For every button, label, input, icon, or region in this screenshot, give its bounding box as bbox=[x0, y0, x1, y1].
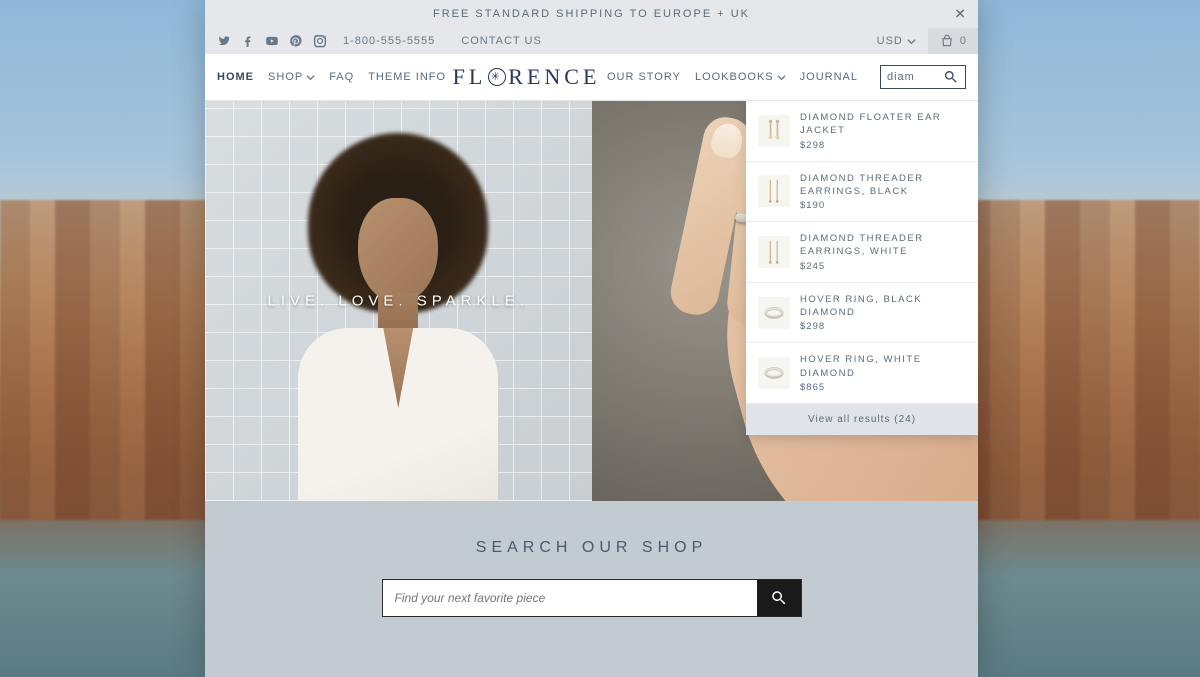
chevron-down-icon bbox=[907, 37, 916, 46]
nav-home[interactable]: HOME bbox=[217, 71, 254, 83]
nav-journal[interactable]: JOURNAL bbox=[800, 71, 858, 83]
nav-faq[interactable]: FAQ bbox=[329, 71, 354, 83]
pinterest-icon[interactable] bbox=[289, 34, 303, 48]
contact-link[interactable]: CONTACT US bbox=[461, 35, 542, 47]
suggestion-price: $190 bbox=[800, 200, 966, 211]
phone-number: 1-800-555-5555 bbox=[343, 35, 435, 47]
suggestion-thumb bbox=[758, 115, 790, 147]
hero-panel-left[interactable]: LIVE. LOVE. SPARKLE. bbox=[205, 101, 592, 501]
suggestion-item[interactable]: DIAMOND FLOATER EAR JACKET $298 bbox=[746, 101, 978, 162]
suggestion-title: DIAMOND THREADER EARRINGS, WHITE bbox=[800, 232, 966, 259]
facebook-icon[interactable] bbox=[241, 34, 255, 48]
search-suggestions-dropdown: DIAMOND FLOATER EAR JACKET $298 DIAMOND TH… bbox=[746, 101, 978, 435]
suggestion-item[interactable]: DIAMOND THREADER EARRINGS, BLACK$190 bbox=[746, 162, 978, 223]
search-icon[interactable] bbox=[943, 69, 959, 85]
nav-shop[interactable]: SHOP bbox=[268, 71, 315, 83]
promo-bar: FREE STANDARD SHIPPING TO EUROPE + UK ✕ bbox=[205, 0, 978, 28]
utility-bar: 1-800-555-5555 CONTACT US USD 0 bbox=[205, 28, 978, 54]
suggestion-price: $245 bbox=[800, 261, 966, 272]
currency-selector[interactable]: USD bbox=[877, 35, 916, 47]
suggestion-thumb bbox=[758, 236, 790, 268]
bag-count: 0 bbox=[960, 35, 966, 47]
big-search-button[interactable] bbox=[757, 580, 801, 616]
suggestion-title: HOVER RING, BLACK DIAMOND bbox=[800, 293, 966, 320]
header-search[interactable] bbox=[880, 65, 966, 89]
currency-label: USD bbox=[877, 35, 903, 47]
nav-lookbooks-label: LOOKBOOKS bbox=[695, 71, 774, 83]
logo-post: RENCE bbox=[508, 64, 600, 90]
nav-theme-info[interactable]: THEME INFO bbox=[368, 71, 446, 83]
big-search-input[interactable] bbox=[383, 580, 757, 616]
search-our-shop-section: SEARCH OUR SHOP bbox=[205, 501, 978, 677]
suggestion-thumb bbox=[758, 175, 790, 207]
logo-ornament-icon bbox=[488, 68, 506, 86]
big-search-form bbox=[382, 579, 802, 617]
search-icon bbox=[770, 589, 788, 607]
promo-close-button[interactable]: ✕ bbox=[954, 6, 968, 23]
shopping-bag[interactable]: 0 bbox=[928, 28, 978, 54]
youtube-icon[interactable] bbox=[265, 34, 279, 48]
bag-icon bbox=[940, 34, 954, 48]
suggestion-price: $298 bbox=[800, 140, 966, 151]
view-all-results[interactable]: View all results (24) bbox=[746, 404, 978, 435]
chevron-down-icon bbox=[306, 73, 315, 82]
suggestion-title: DIAMOND THREADER EARRINGS, BLACK bbox=[800, 172, 966, 199]
hero-section: LIVE. LOVE. SPARKLE. RIN DIAMOND FLOATER… bbox=[205, 101, 978, 501]
search-input[interactable] bbox=[887, 71, 937, 83]
nav-lookbooks[interactable]: LOOKBOOKS bbox=[695, 71, 786, 83]
promo-text: FREE STANDARD SHIPPING TO EUROPE + UK bbox=[433, 8, 750, 20]
suggestion-title: DIAMOND FLOATER EAR JACKET bbox=[800, 111, 966, 138]
site-logo[interactable]: FL RENCE bbox=[453, 64, 601, 90]
instagram-icon[interactable] bbox=[313, 34, 327, 48]
hero-caption-left: LIVE. LOVE. SPARKLE. bbox=[268, 293, 529, 310]
suggestion-item[interactable]: HOVER RING, BLACK DIAMOND$298 bbox=[746, 283, 978, 344]
suggestion-price: $865 bbox=[800, 382, 966, 393]
nav-our-story[interactable]: OUR STORY bbox=[607, 71, 681, 83]
search-section-heading: SEARCH OUR SHOP bbox=[205, 539, 978, 557]
suggestion-item[interactable]: DIAMOND THREADER EARRINGS, WHITE $245 bbox=[746, 222, 978, 283]
suggestion-thumb bbox=[758, 357, 790, 389]
site-frame: FREE STANDARD SHIPPING TO EUROPE + UK ✕ … bbox=[205, 0, 978, 677]
main-nav: HOME SHOP FAQ THEME INFO FL RENCE OUR ST… bbox=[205, 54, 978, 101]
logo-pre: FL bbox=[453, 64, 487, 90]
suggestion-item[interactable]: HOVER RING, WHITE DIAMOND $865 bbox=[746, 343, 978, 404]
suggestion-title: HOVER RING, WHITE DIAMOND bbox=[800, 353, 966, 380]
twitter-icon[interactable] bbox=[217, 34, 231, 48]
suggestion-price: $298 bbox=[800, 321, 966, 332]
nav-shop-label: SHOP bbox=[268, 71, 303, 83]
chevron-down-icon bbox=[777, 73, 786, 82]
suggestion-thumb bbox=[758, 297, 790, 329]
